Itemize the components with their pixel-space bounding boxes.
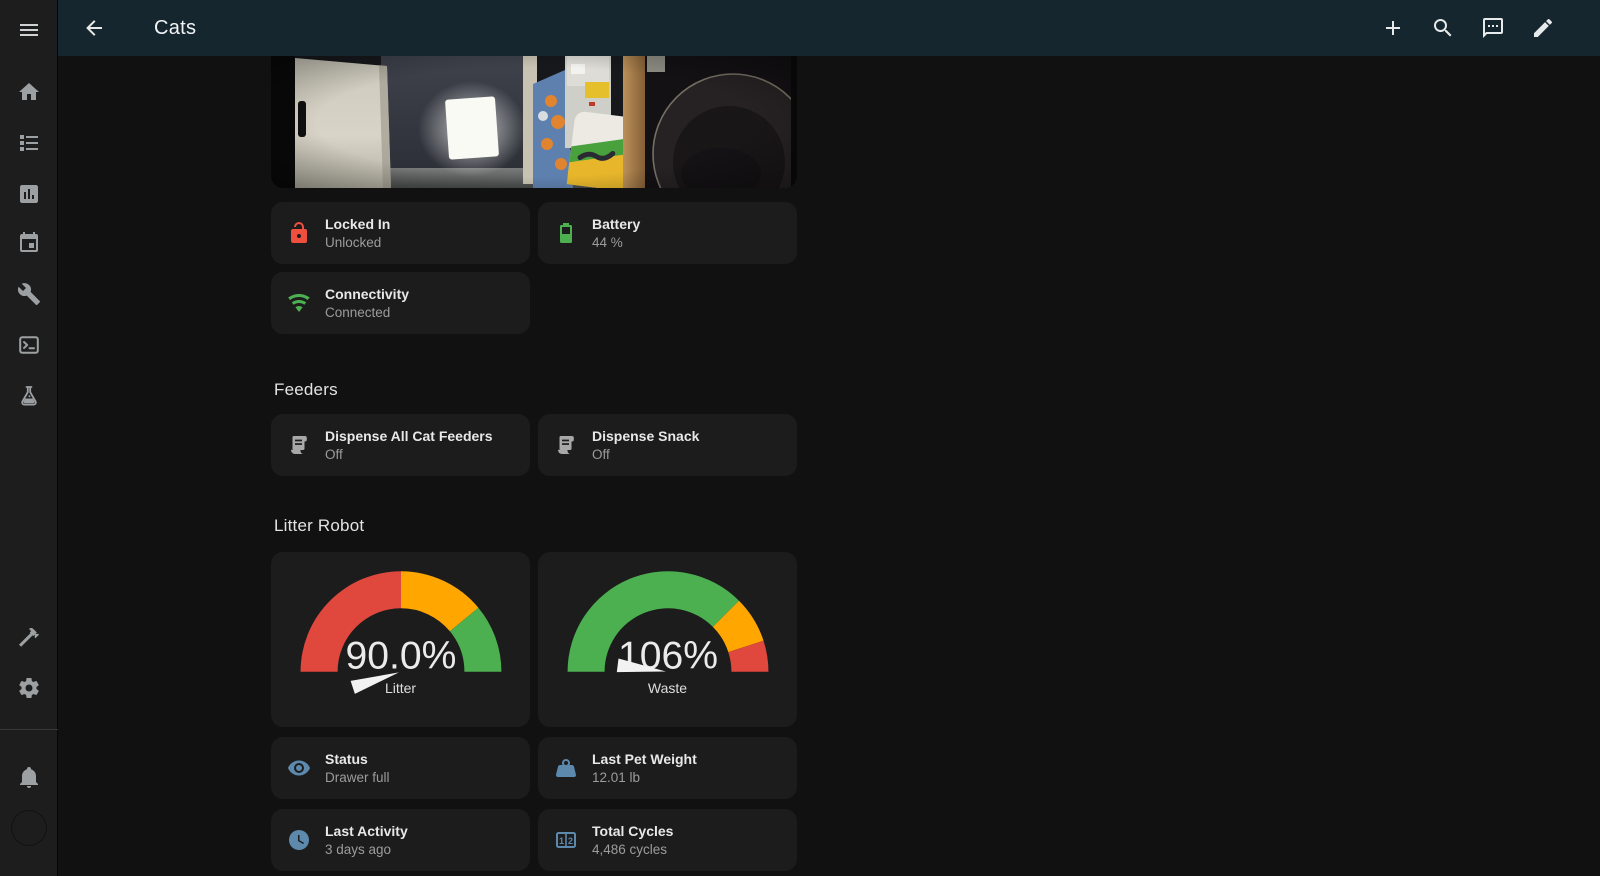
wrench-icon [17,283,40,305]
entity-card-last-activity[interactable]: Last Activity 3 days ago [271,809,530,871]
gauge-label: Waste [647,680,688,696]
dashboard-column: Locked In Unlocked Battery 44 % Connecti… [271,56,797,871]
calendar-icon [20,232,38,252]
bell-icon [20,767,38,788]
entity-value: Drawer full [325,769,390,785]
gauge-card-waste[interactable]: 106% Waste [538,552,797,727]
back-button[interactable] [82,16,106,40]
entity-title: Last Activity [325,822,408,839]
gauge-label: Litter [384,680,417,696]
svg-text:2: 2 [568,836,573,846]
entity-title: Locked In [325,215,391,232]
entity-value: 3 days ago [325,841,392,857]
flask-icon [21,386,37,406]
entity-value: 44 % [592,234,623,250]
bar-chart-icon [20,185,38,203]
entity-title: Battery [592,215,641,232]
feeder-icon [287,433,311,457]
entity-card-last-pet-weight[interactable]: Last Pet Weight 12.01 lb [538,737,797,799]
sidebar-item-list[interactable] [17,131,41,155]
entity-card-dispense-all[interactable]: Dispense All Cat Feeders Off [271,414,530,476]
sidebar-item-home[interactable] [17,80,41,104]
clock-icon [287,828,311,852]
edit-button[interactable] [1531,16,1555,40]
sidebar-item-tools[interactable] [17,282,41,306]
sidebar-item-calendar[interactable] [17,231,41,255]
search-icon [1434,19,1452,37]
camera-scene [271,56,797,188]
card-row: Locked In Unlocked Battery 44 % [271,202,797,264]
entity-title: Dispense Snack [592,427,700,444]
page-title: Cats [154,16,197,39]
counter-icon: 1 2 [554,828,578,852]
entity-card-locked-in[interactable]: Locked In Unlocked [271,202,530,264]
card-row: Status Drawer full Last Pet Weight 12.01… [271,737,797,799]
eye-icon [287,756,311,780]
battery-icon [554,221,578,245]
entity-title: Last Pet Weight [592,750,697,767]
camera-image[interactable] [271,56,797,188]
home-icon [19,83,39,100]
entity-value: 12.01 lb [592,769,641,785]
entity-value: Off [592,446,610,462]
list-icon [20,135,38,151]
search-button[interactable] [1431,16,1455,40]
gauge-row: 90.0% Litter 106% Waste [271,552,797,727]
entity-title: Connectivity [325,285,410,302]
section-heading-feeders: Feeders [274,380,338,399]
sidebar-item-terminal[interactable] [17,333,41,357]
plus-icon [1386,21,1400,35]
sidebar-item-developer-tools[interactable] [17,625,41,649]
pencil-icon [1534,18,1553,37]
entity-title: Dispense All Cat Feeders [325,427,493,444]
entity-value: Connected [325,304,391,320]
waste-gauge: 106% [567,571,768,678]
entity-card-total-cycles[interactable]: 1 2 Total Cycles 4,486 cycles [538,809,797,871]
entity-title: Total Cycles [592,822,674,839]
card-row: Last Activity 3 days ago 1 2 Total Cycle… [271,809,797,871]
feeder-icon [554,433,578,457]
terminal-icon [19,336,39,354]
entity-value: Off [325,446,343,462]
entity-card-battery[interactable]: Battery 44 % [538,202,797,264]
gauge-card-litter[interactable]: 90.0% Litter [271,552,530,727]
sidebar-divider [0,729,58,730]
sidebar-item-lab[interactable] [17,384,41,408]
add-button[interactable] [1381,16,1405,40]
chat-bubble-icon [1483,18,1503,38]
weight-icon [554,756,578,780]
hammer-icon [19,627,39,647]
entity-card-connectivity[interactable]: Connectivity Connected [271,272,530,334]
entity-title: Status [325,750,368,767]
entity-card-dispense-snack[interactable]: Dispense Snack Off [538,414,797,476]
avatar[interactable] [11,810,47,846]
header: Cats [58,0,1600,56]
entity-value: Unlocked [325,234,382,250]
svg-text:1: 1 [559,836,564,846]
litter-gauge: 90.0% [300,571,501,694]
card-row: Connectivity Connected [271,272,797,334]
entity-value: 4,486 cycles [592,841,668,857]
assist-button[interactable] [1481,16,1505,40]
wifi-icon [287,291,311,315]
entity-card-status[interactable]: Status Drawer full [271,737,530,799]
lock-open-icon [287,221,311,245]
arrow-left-icon [86,20,102,36]
section-heading-litter-robot: Litter Robot [274,516,365,535]
notifications-button[interactable] [17,765,41,789]
gear-icon [19,678,39,698]
svg-text:90.0%: 90.0% [345,635,456,678]
app: Cats Locked In Unlocked Battery 44 % Con… [0,0,1600,876]
sidebar-item-history[interactable] [17,182,41,206]
menu-icon[interactable] [17,18,41,42]
sidebar-item-settings[interactable] [17,676,41,700]
sidebar [0,0,58,876]
card-row: Dispense All Cat Feeders Off Dispense Sn… [271,414,797,476]
